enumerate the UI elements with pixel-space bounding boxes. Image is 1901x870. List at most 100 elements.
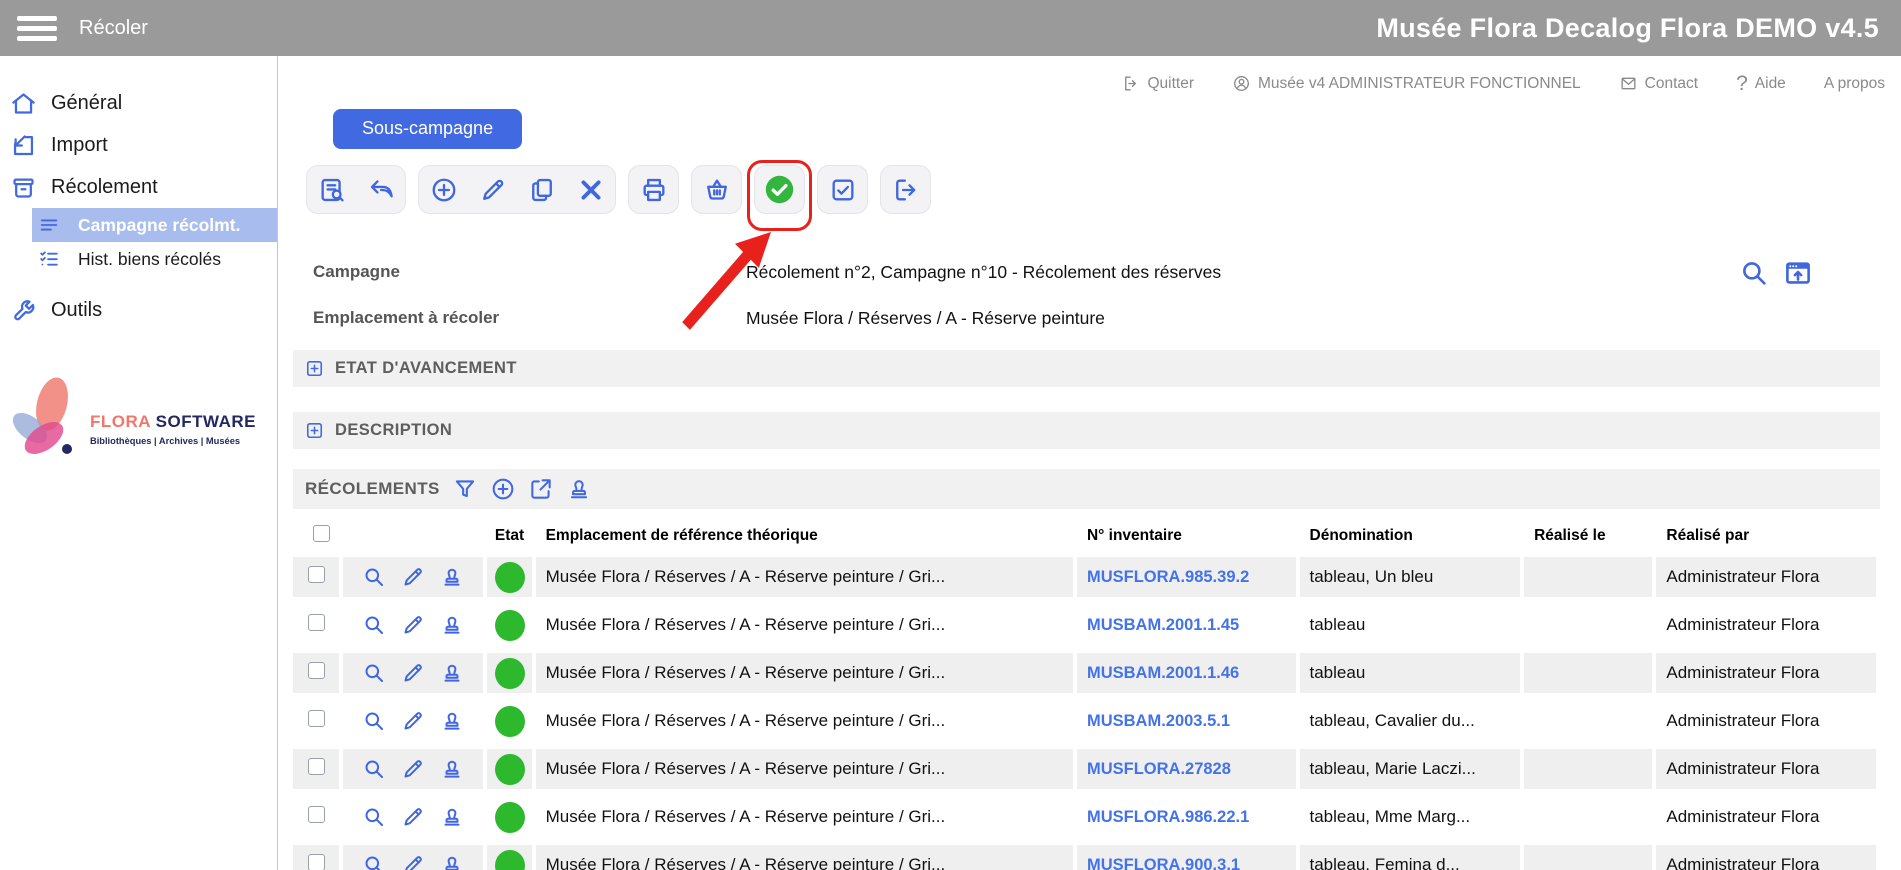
inventory-link[interactable]: MUSFLORA.27828	[1087, 760, 1231, 778]
denomination-header: Dénomination	[1300, 521, 1521, 549]
stamp-icon[interactable]	[440, 613, 464, 637]
contact-link[interactable]: Contact	[1619, 74, 1698, 93]
stamp-icon[interactable]	[440, 805, 464, 829]
copy-button[interactable]	[517, 166, 566, 213]
emplacement-value: Musée Flora / Réserves / A - Réserve pei…	[746, 308, 1105, 329]
toolbar-group-display	[306, 165, 406, 214]
row-denomination: tableau, Femina d...	[1310, 855, 1460, 870]
quitter-link[interactable]: Quitter	[1121, 74, 1194, 93]
list-search-button[interactable]	[307, 166, 356, 213]
inventory-link[interactable]: MUSBAM.2001.1.46	[1087, 664, 1239, 682]
sidebar-item-outils[interactable]: Outils	[0, 286, 277, 334]
toolbar-group-edit	[418, 165, 616, 214]
logo-text: FLORA SOFTWARE Bibliothèques | Archives …	[90, 412, 256, 446]
edit-pencil-icon[interactable]	[401, 613, 425, 637]
multi-select-button[interactable]	[818, 166, 867, 213]
expand-plus-icon[interactable]	[305, 359, 324, 378]
sidebar-item-campagne-recolement[interactable]: Campagne récolmt.	[32, 208, 277, 242]
view-search-icon[interactable]	[362, 853, 386, 870]
sidebar-item-general[interactable]: Général	[0, 82, 277, 124]
expand-plus-icon[interactable]	[305, 421, 324, 440]
campagne-label: Campagne	[279, 262, 746, 282]
export-button[interactable]	[881, 166, 930, 213]
logo-dot	[62, 444, 72, 454]
row-checkbox[interactable]	[308, 566, 325, 583]
edit-pencil-icon[interactable]	[401, 709, 425, 733]
inventory-link[interactable]: MUSBAM.2001.1.45	[1087, 616, 1239, 634]
a-propos-link[interactable]: A propos	[1824, 75, 1885, 93]
undo-button[interactable]	[356, 166, 405, 213]
row-actions	[343, 653, 483, 693]
view-search-icon[interactable]	[362, 709, 386, 733]
inventory-link[interactable]: MUSBAM.2003.5.1	[1087, 712, 1230, 730]
row-emplacement: Musée Flora / Réserves / A - Réserve pei…	[546, 663, 946, 682]
emplacement-label: Emplacement à récoler	[279, 308, 746, 328]
view-search-icon[interactable]	[362, 613, 386, 637]
row-checkbox[interactable]	[308, 758, 325, 775]
basket-icon	[703, 176, 731, 204]
sidebar-item-recolement[interactable]: Récolement	[0, 166, 277, 208]
select-all-checkbox[interactable]	[313, 525, 330, 542]
row-realise-par: Administrateur Flora	[1666, 567, 1819, 586]
edit-button[interactable]	[468, 166, 517, 213]
app-title: Musée Flora Decalog Flora DEMO v4.5	[1376, 13, 1879, 44]
row-checkbox[interactable]	[308, 854, 325, 870]
field-actions	[1739, 258, 1813, 288]
question-icon: ?	[1736, 74, 1748, 93]
flora-software-logo: FLORA SOFTWARE Bibliothèques | Archives …	[0, 370, 277, 482]
edit-pencil-icon[interactable]	[401, 661, 425, 685]
add-button[interactable]	[419, 166, 468, 213]
plus-circle-icon	[430, 176, 458, 204]
user-menu[interactable]: Musée v4 ADMINISTRATEUR FONCTIONNEL	[1232, 74, 1581, 93]
sidebar-item-import[interactable]: Import	[0, 124, 277, 166]
open-window-icon[interactable]	[1783, 258, 1813, 288]
table-row: Musée Flora / Réserves / A - Réserve pei…	[293, 653, 1876, 693]
hamburger-menu-icon[interactable]	[17, 11, 57, 46]
view-search-icon[interactable]	[362, 805, 386, 829]
inventory-link[interactable]: MUSFLORA.900.3.1	[1087, 856, 1240, 870]
delete-button[interactable]	[566, 166, 615, 213]
row-denomination: tableau, Cavalier du...	[1310, 711, 1475, 730]
edit-pencil-icon[interactable]	[401, 853, 425, 870]
edit-pencil-icon[interactable]	[401, 565, 425, 589]
status-green-dot	[495, 562, 525, 593]
stamp-icon[interactable]	[440, 853, 464, 870]
row-checkbox[interactable]	[308, 806, 325, 823]
row-checkbox[interactable]	[308, 710, 325, 727]
stamp-icon[interactable]	[440, 709, 464, 733]
open-external-icon[interactable]	[528, 476, 554, 502]
sous-campagne-tab[interactable]: Sous-campagne	[333, 109, 522, 149]
stamp-icon[interactable]	[440, 565, 464, 589]
undo-icon	[367, 176, 395, 204]
sidebar-item-label: Campagne récolmt.	[78, 215, 240, 236]
table-row: Musée Flora / Réserves / A - Réserve pei…	[293, 701, 1876, 741]
print-button[interactable]	[629, 166, 678, 213]
aide-link[interactable]: ? Aide	[1736, 74, 1786, 93]
section-etat-avancement[interactable]: ETAT D'AVANCEMENT	[293, 350, 1880, 387]
row-checkbox[interactable]	[308, 662, 325, 679]
filter-icon[interactable]	[452, 476, 478, 502]
section-description[interactable]: DESCRIPTION	[293, 412, 1880, 449]
row-emplacement: Musée Flora / Réserves / A - Réserve pei…	[546, 759, 946, 778]
add-circle-icon[interactable]	[490, 476, 516, 502]
inventory-link[interactable]: MUSFLORA.986.22.1	[1087, 808, 1249, 826]
stamp-icon[interactable]	[440, 757, 464, 781]
stamp-icon[interactable]	[566, 476, 592, 502]
basket-button[interactable]	[692, 166, 741, 213]
table-row: Musée Flora / Réserves / A - Réserve pei…	[293, 749, 1876, 789]
inventory-link[interactable]: MUSFLORA.985.39.2	[1087, 568, 1249, 586]
row-checkbox[interactable]	[308, 614, 325, 631]
table-row: Musée Flora / Réserves / A - Réserve pei…	[293, 605, 1876, 645]
inventaire-header: N° inventaire	[1077, 521, 1296, 549]
view-search-icon[interactable]	[362, 565, 386, 589]
view-search-icon[interactable]	[362, 757, 386, 781]
brand-flora: FLORA	[90, 412, 150, 431]
edit-pencil-icon[interactable]	[401, 757, 425, 781]
stamp-icon[interactable]	[440, 661, 464, 685]
search-icon[interactable]	[1739, 258, 1769, 288]
view-search-icon[interactable]	[362, 661, 386, 685]
row-realise-par: Administrateur Flora	[1666, 711, 1819, 730]
sidebar-item-hist-biens-recoles[interactable]: Hist. biens récolés	[0, 242, 277, 276]
validate-button[interactable]	[755, 166, 804, 213]
edit-pencil-icon[interactable]	[401, 805, 425, 829]
